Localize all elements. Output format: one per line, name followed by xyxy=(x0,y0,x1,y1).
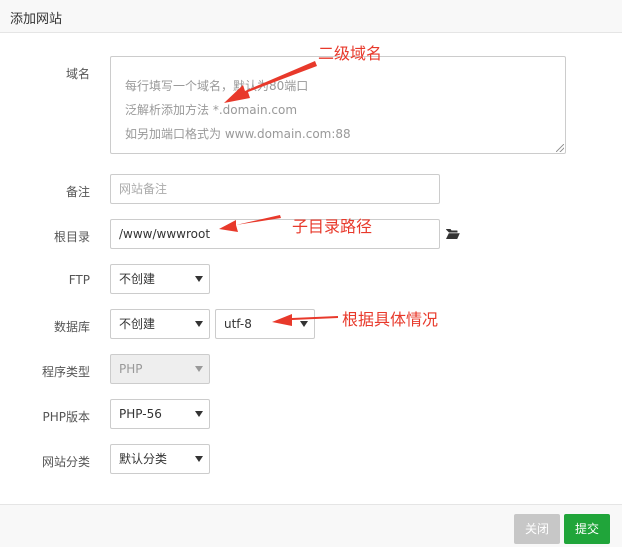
close-button[interactable]: 关闭 xyxy=(514,514,560,544)
arrow-domain-icon xyxy=(224,61,317,103)
submit-button[interactable]: 提交 xyxy=(564,514,610,544)
dialog-footer: 关闭 提交 xyxy=(0,504,622,547)
arrow-charset-icon xyxy=(272,314,338,326)
arrow-root-icon xyxy=(219,215,281,232)
annotation-arrows xyxy=(219,61,338,326)
